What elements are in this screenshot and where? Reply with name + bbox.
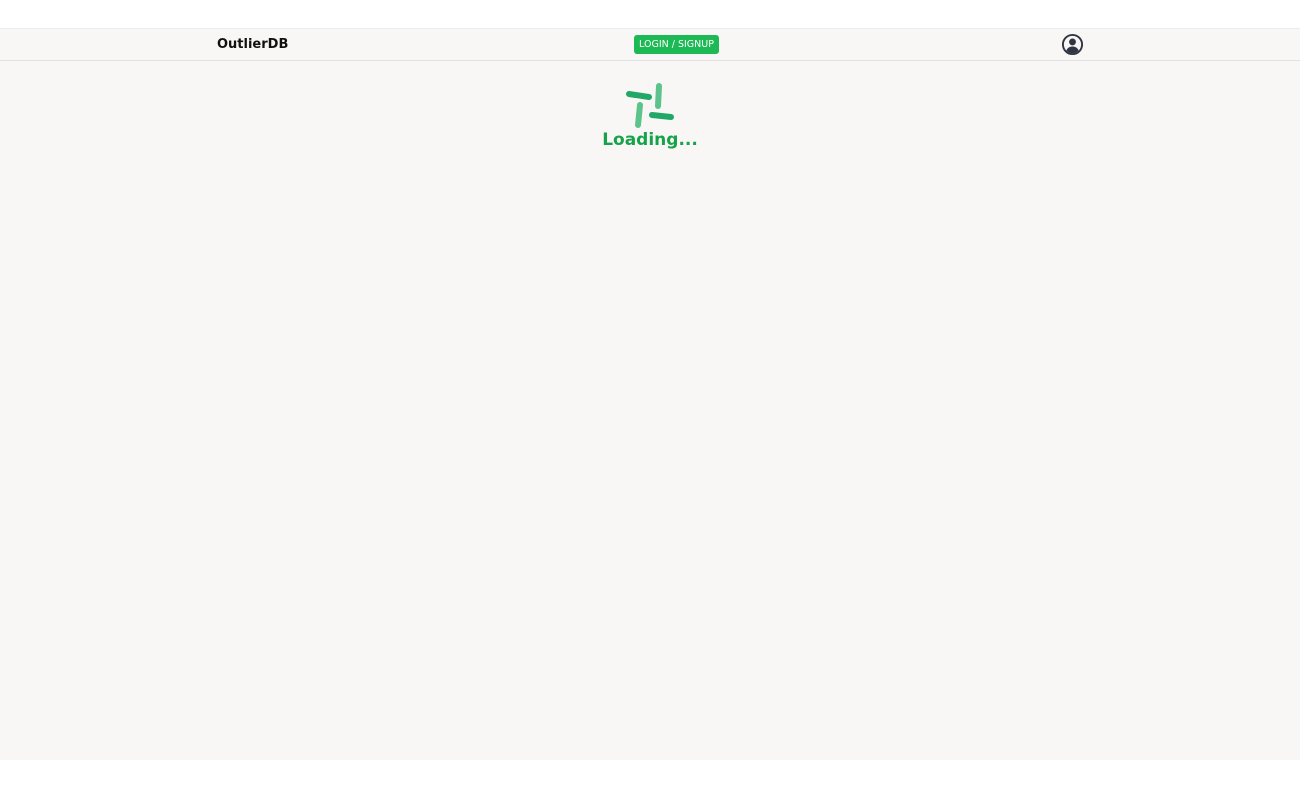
login-signup-button[interactable]: LOGIN / SIGNUP [634, 35, 719, 54]
navbar: OutlierDB LOGIN / SIGNUP [0, 29, 1300, 61]
brand-logo[interactable]: OutlierDB [217, 37, 288, 53]
app-container: OutlierDB LOGIN / SIGNUP Loading... [0, 28, 1300, 760]
page: OutlierDB LOGIN / SIGNUP Loading... [0, 0, 1300, 788]
user-circle-icon[interactable] [1061, 33, 1084, 56]
loading-text: Loading... [602, 130, 698, 150]
spinner-icon [625, 81, 675, 131]
loading-indicator: Loading... [550, 81, 750, 161]
